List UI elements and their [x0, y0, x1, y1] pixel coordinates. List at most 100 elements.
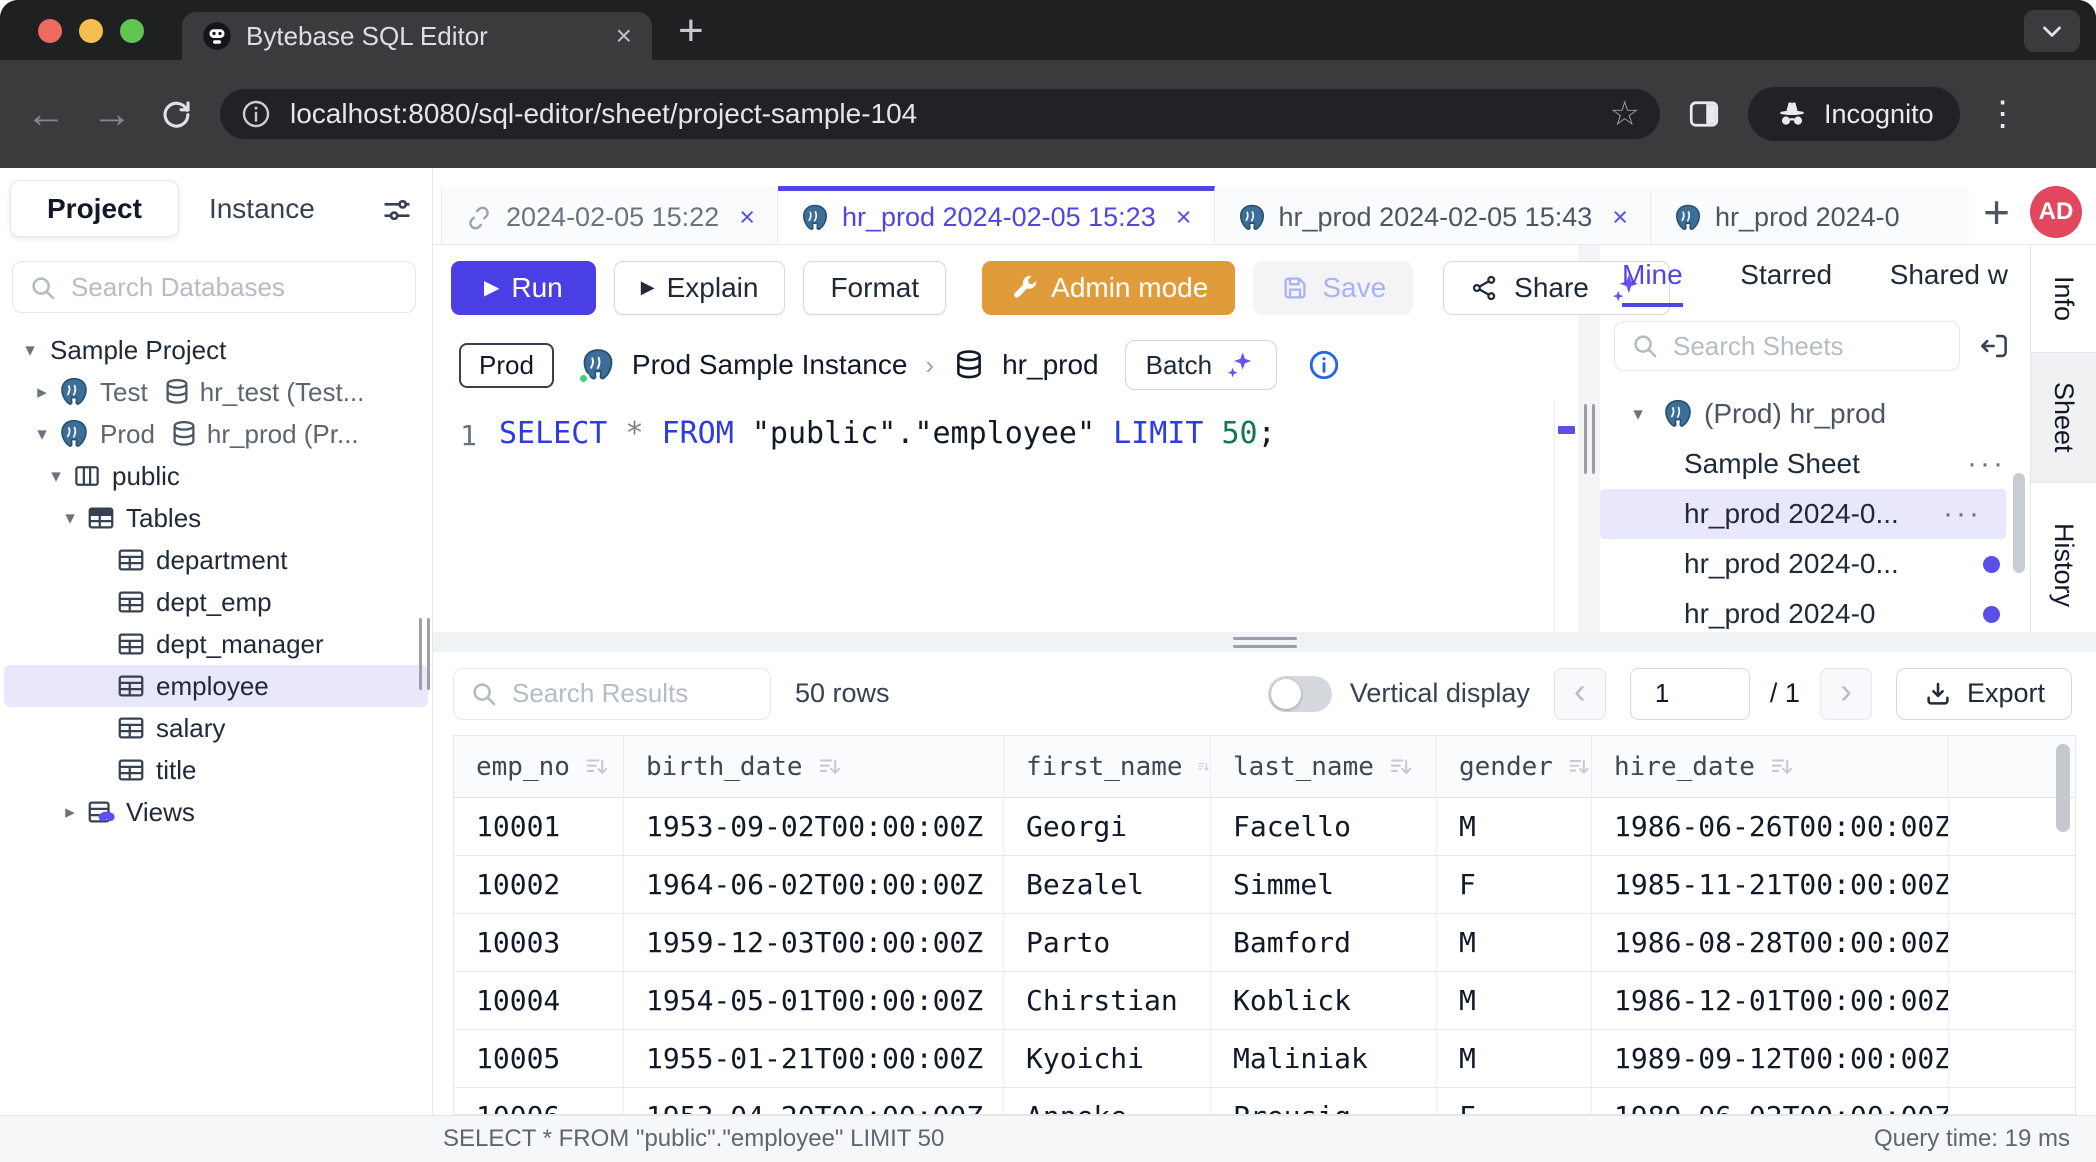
column-header-hire_date[interactable]: hire_date — [1592, 736, 1949, 797]
browser-tab[interactable]: Bytebase SQL Editor × — [182, 12, 652, 60]
tree-item-instance-prod[interactable]: ▾ Prod hr_prod (Pr... — [4, 413, 428, 455]
table-row[interactable]: 100041954-05-01T00:00:00ZChirstianKoblic… — [454, 972, 2075, 1030]
tree-item-table-dept-manager[interactable]: dept_manager — [4, 623, 428, 665]
sort-icon[interactable] — [1388, 754, 1414, 780]
new-tab-button[interactable]: + — [678, 6, 704, 56]
tab-search-button[interactable] — [2024, 10, 2080, 52]
editor-scrollbar[interactable] — [1554, 400, 1578, 632]
sheet-item[interactable]: hr_prod 2024-0 — [1600, 589, 2030, 632]
sort-icon[interactable] — [1197, 754, 1210, 780]
worksheet-tab-2-active[interactable]: hr_prod 2024-02-05 15:23 × — [778, 186, 1215, 244]
tree-item-schema-public[interactable]: ▾ public — [4, 455, 428, 497]
sheet-scrollbar[interactable] — [2013, 473, 2025, 573]
side-panel-icon[interactable] — [1686, 96, 1722, 132]
sort-icon[interactable] — [1567, 754, 1591, 780]
close-worksheet-icon[interactable]: × — [739, 202, 755, 233]
collapse-panel-icon[interactable] — [1978, 329, 2012, 363]
next-page-button[interactable]: › — [1820, 668, 1872, 720]
sort-icon[interactable] — [1769, 754, 1795, 780]
close-worksheet-icon[interactable]: × — [1612, 202, 1628, 233]
format-button[interactable]: Format — [803, 261, 946, 315]
caret-right-icon[interactable]: ▸ — [28, 381, 56, 404]
column-header-emp_no[interactable]: emp_no — [454, 736, 624, 797]
forward-icon[interactable]: → — [92, 94, 132, 134]
drag-handle[interactable] — [1584, 404, 1595, 474]
bookmark-star-icon[interactable]: ☆ — [1610, 94, 1640, 134]
results-scrollbar[interactable] — [2056, 744, 2070, 832]
admin-mode-button[interactable]: Admin mode — [982, 261, 1235, 315]
tree-item-table-dept-emp[interactable]: dept_emp — [4, 581, 428, 623]
sheet-item[interactable]: Sample Sheet ··· — [1600, 439, 2030, 489]
tab-history[interactable]: History — [2031, 483, 2096, 632]
tree-item-table-employee[interactable]: employee — [4, 665, 428, 707]
browser-menu-icon[interactable]: ⋮ — [1986, 94, 2020, 134]
sheet-item-selected[interactable]: hr_prod 2024-0... ··· — [1600, 489, 2006, 539]
table-row[interactable]: 100061953-04-20T00:00:00ZAnnekePreusigF1… — [454, 1088, 2075, 1115]
tab-shared[interactable]: Shared w — [1890, 259, 2008, 307]
user-avatar[interactable]: AD — [2030, 186, 2082, 238]
filter-settings-icon[interactable] — [380, 193, 414, 227]
table-row[interactable]: 100051955-01-21T00:00:00ZKyoichiMaliniak… — [454, 1030, 2075, 1088]
tree-item-tables-group[interactable]: ▾ Tables — [4, 497, 428, 539]
caret-down-icon[interactable]: ▾ — [56, 507, 84, 530]
caret-down-icon[interactable]: ▾ — [28, 423, 56, 446]
table-row[interactable]: 100031959-12-03T00:00:00ZPartoBamfordM19… — [454, 914, 2075, 972]
sheet-group-prod[interactable]: ▾ (Prod) hr_prod — [1600, 389, 2030, 439]
caret-down-icon[interactable]: ▾ — [1624, 403, 1652, 426]
minimize-window-button[interactable] — [79, 19, 103, 43]
table-row[interactable]: 100011953-09-02T00:00:00ZGeorgiFacelloM1… — [454, 798, 2075, 856]
sql-code-area[interactable]: 1 SELECT * FROM "public"."employee" LIMI… — [433, 400, 1578, 632]
tab-starred[interactable]: Starred — [1740, 259, 1832, 307]
tree-item-project[interactable]: ▾ Sample Project — [4, 329, 428, 371]
results-splitter[interactable] — [433, 632, 2096, 652]
column-header-gender[interactable]: gender — [1437, 736, 1592, 797]
close-tab-icon[interactable]: × — [616, 20, 632, 52]
info-icon[interactable] — [1307, 348, 1341, 382]
back-icon[interactable]: ← — [26, 94, 66, 134]
table-row[interactable]: 100021964-06-02T00:00:00ZBezalelSimmelF1… — [454, 856, 2075, 914]
close-window-button[interactable] — [38, 19, 62, 43]
search-sheets-input[interactable] — [1614, 321, 1960, 371]
tab-info[interactable]: Info — [2031, 245, 2096, 353]
instance-name[interactable]: Prod Sample Instance — [632, 349, 908, 381]
vertical-display-toggle[interactable] — [1268, 676, 1332, 712]
worksheet-tab-1[interactable]: 2024-02-05 15:22 × — [441, 186, 778, 244]
tree-item-views-group[interactable]: ▸ Views — [4, 791, 428, 833]
more-actions-icon[interactable]: ··· — [1967, 447, 2006, 481]
prev-page-button[interactable]: ‹ — [1554, 668, 1606, 720]
url-text[interactable]: localhost:8080/sql-editor/sheet/project-… — [290, 98, 1592, 130]
batch-button[interactable]: Batch — [1125, 340, 1278, 390]
tree-item-instance-test[interactable]: ▸ Test hr_test (Test... — [4, 371, 428, 413]
tree-item-table-salary[interactable]: salary — [4, 707, 428, 749]
column-header-first_name[interactable]: first_name — [1004, 736, 1211, 797]
maximize-window-button[interactable] — [120, 19, 144, 43]
database-name[interactable]: hr_prod — [1002, 349, 1099, 381]
caret-right-icon[interactable]: ▸ — [56, 801, 84, 824]
tab-project[interactable]: Project — [10, 180, 179, 237]
url-bar[interactable]: localhost:8080/sql-editor/sheet/project-… — [220, 89, 1660, 139]
new-worksheet-button[interactable]: + — [1983, 185, 2010, 239]
more-actions-icon[interactable]: ··· — [1943, 497, 1982, 531]
sort-icon[interactable] — [584, 754, 610, 780]
tree-item-table-department[interactable]: department — [4, 539, 428, 581]
sidebar-resize-handle[interactable] — [419, 618, 430, 690]
worksheet-tab-4[interactable]: hr_prod 2024-0 — [1651, 186, 1969, 244]
environment-chip[interactable]: Prod — [459, 343, 554, 388]
tab-sheet[interactable]: Sheet — [2031, 353, 2096, 483]
worksheet-tab-3[interactable]: hr_prod 2024-02-05 15:43 × — [1215, 186, 1652, 244]
column-header-birth_date[interactable]: birth_date — [624, 736, 1004, 797]
search-databases-input[interactable] — [12, 261, 416, 313]
sort-icon[interactable] — [817, 754, 843, 780]
site-info-icon[interactable] — [240, 98, 272, 130]
search-results-input[interactable] — [453, 668, 771, 720]
caret-down-icon[interactable]: ▾ — [42, 465, 70, 488]
export-button[interactable]: Export — [1896, 668, 2072, 720]
explain-button[interactable]: ▶ Explain — [614, 261, 786, 315]
sheet-item[interactable]: hr_prod 2024-0... — [1600, 539, 2030, 589]
tree-item-table-title[interactable]: title — [4, 749, 428, 791]
tab-instance[interactable]: Instance — [179, 193, 345, 225]
close-worksheet-icon[interactable]: × — [1176, 202, 1192, 233]
tab-mine[interactable]: Mine — [1622, 259, 1683, 307]
caret-down-icon[interactable]: ▾ — [16, 339, 44, 362]
column-header-last_name[interactable]: last_name — [1211, 736, 1437, 797]
